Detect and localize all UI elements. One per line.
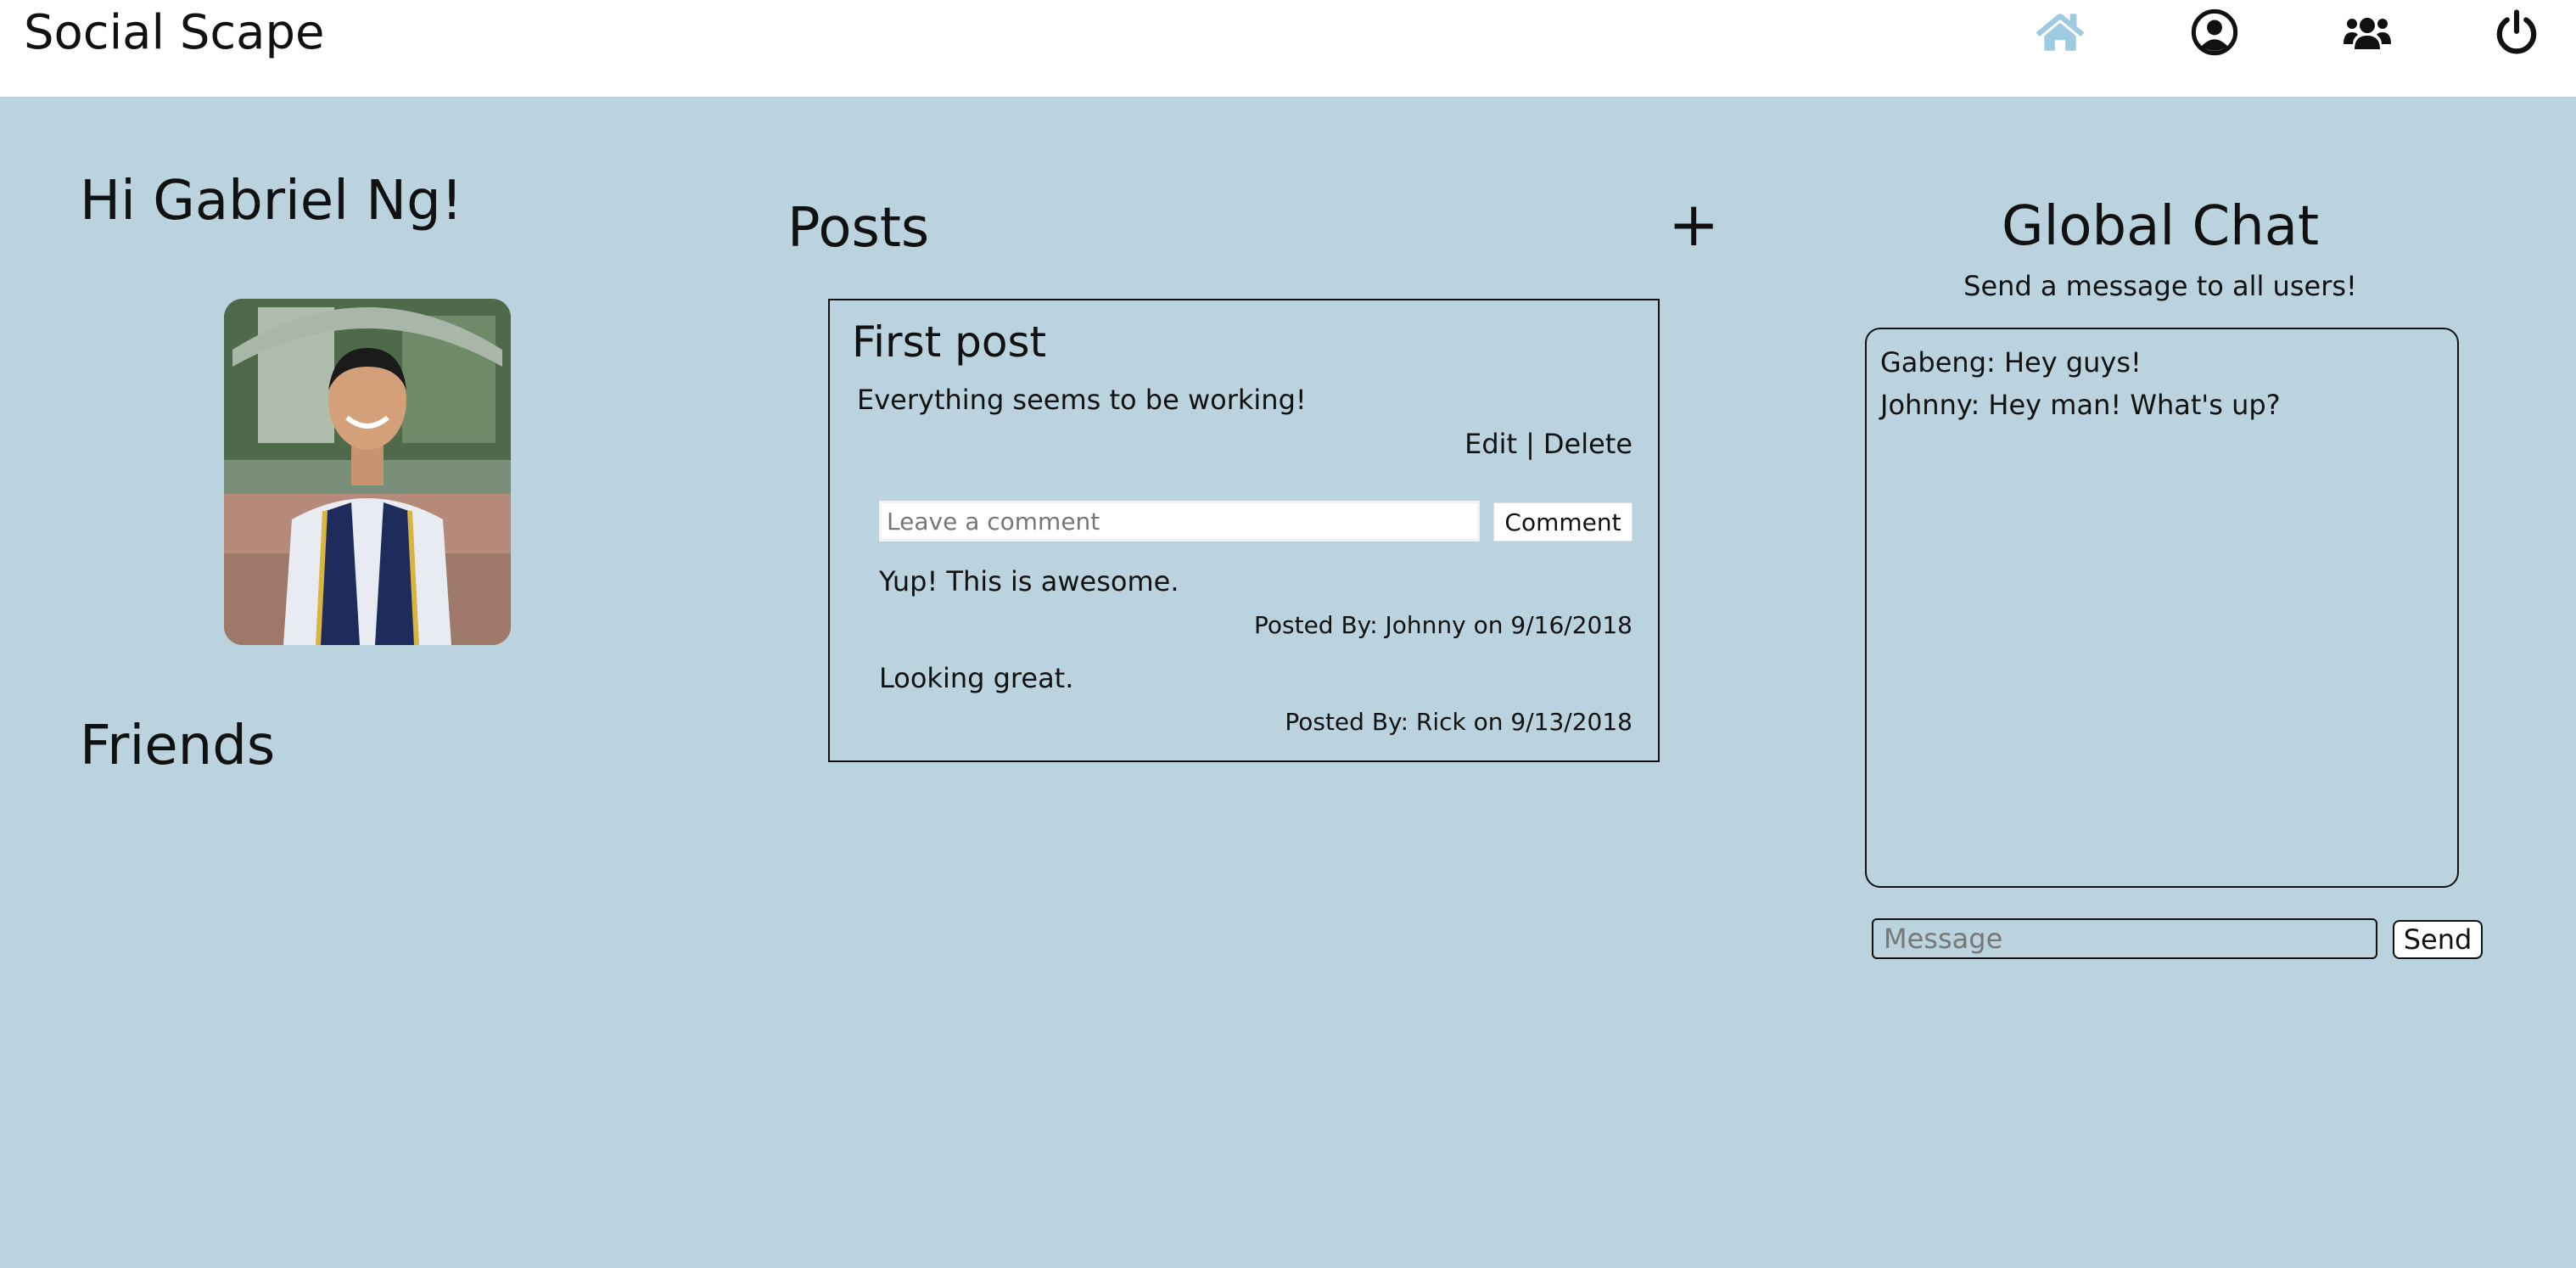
profile-icon[interactable] (2191, 8, 2238, 56)
comment-button[interactable]: Comment (1493, 502, 1632, 541)
comment-item: Looking great. Posted By: Rick on 9/13/2… (879, 662, 1632, 736)
top-navbar: Social Scape (0, 0, 2576, 97)
brand-title[interactable]: Social Scape (24, 5, 324, 60)
friends-icon[interactable] (2342, 8, 2393, 56)
chat-message-input[interactable] (1872, 918, 2377, 959)
posts-heading: Posts (787, 197, 930, 260)
chat-message: Gabeng: Hey guys! (1880, 346, 2142, 379)
delete-post-link[interactable]: Delete (1543, 428, 1632, 460)
edit-post-link[interactable]: Edit (1464, 428, 1517, 460)
power-icon[interactable] (2493, 8, 2540, 56)
comment-input[interactable] (879, 501, 1480, 541)
avatar (224, 299, 511, 645)
add-post-button[interactable]: + (1668, 194, 1719, 255)
chat-message: Johnny: Hey man! What's up? (1880, 389, 2281, 421)
home-icon[interactable] (2036, 8, 2084, 56)
comment-meta: Posted By: Johnny on 9/16/2018 (1253, 611, 1632, 639)
profile-photo (224, 299, 511, 645)
chat-subtitle: Send a message to all users! (1963, 270, 2357, 302)
greeting-heading: Hi Gabriel Ng! (80, 170, 463, 233)
post-body: Everything seems to be working! (857, 384, 1307, 416)
comment-item: Yup! This is awesome. Posted By: Johnny … (879, 565, 1632, 639)
send-button[interactable]: Send (2393, 920, 2483, 959)
chat-messages-box[interactable]: Gabeng: Hey guys! Johnny: Hey man! What'… (1865, 328, 2459, 888)
comment-text: Yup! This is awesome. (879, 565, 1179, 598)
post-actions: Edit | Delete (1464, 428, 1632, 460)
chat-heading: Global Chat (2001, 195, 2320, 258)
comment-meta: Posted By: Rick on 9/13/2018 (1285, 708, 1632, 736)
action-separator: | (1526, 428, 1535, 460)
post-card: First post Everything seems to be workin… (828, 299, 1660, 762)
post-title: First post (852, 317, 1047, 367)
friends-heading: Friends (80, 715, 276, 777)
comment-text: Looking great. (879, 662, 1074, 694)
